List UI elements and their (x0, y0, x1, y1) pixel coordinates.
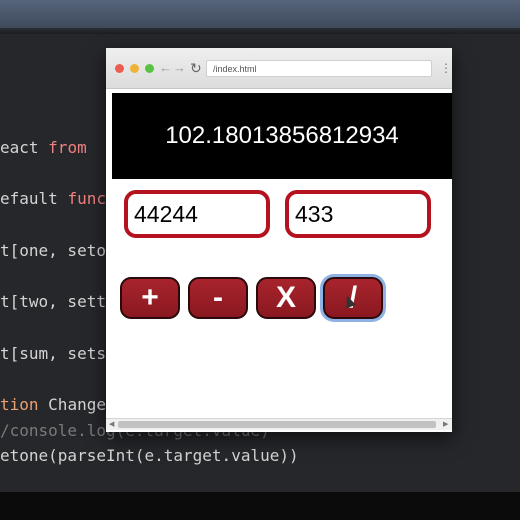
code-line-5: t[sum, sets (0, 344, 106, 363)
kebab-menu-icon[interactable]: ⋮ (440, 60, 452, 76)
top-strip (0, 0, 520, 28)
maximize-window-icon[interactable] (145, 64, 154, 73)
arrow-left-icon[interactable]: ← (159, 60, 172, 76)
close-window-icon[interactable] (115, 64, 124, 73)
code-line-2: efault func (0, 189, 106, 208)
horizontal-scrollbar[interactable]: ◀ ▶ (106, 418, 452, 430)
reload-icon[interactable]: ↻ (190, 60, 202, 76)
scroll-right-icon[interactable]: ▶ (443, 419, 448, 430)
bottom-bar (0, 492, 520, 520)
code-line-3: t[one, seto (0, 241, 106, 260)
scrollbar-thumb[interactable] (118, 421, 436, 428)
arrow-right-icon[interactable]: → (173, 60, 186, 76)
minimize-window-icon[interactable] (130, 64, 139, 73)
code-line-6: tion Change (0, 395, 106, 414)
browser-window: ← → ↻ /index.html ⋮ 102.18013856812934 +… (106, 48, 452, 432)
code-line-4: t[two, sett (0, 292, 106, 311)
result-display: 102.18013856812934 (112, 93, 452, 179)
first-number-input[interactable] (124, 190, 270, 238)
code-line-1: eact from (0, 138, 87, 157)
second-number-input[interactable] (285, 190, 431, 238)
scroll-left-icon[interactable]: ◀ (109, 419, 114, 430)
subtract-button[interactable]: - (188, 277, 248, 319)
browser-toolbar: ← → ↻ /index.html ⋮ (106, 48, 452, 89)
multiply-button[interactable]: X (256, 277, 316, 319)
address-bar[interactable]: /index.html (206, 60, 432, 77)
code-line-8: etone(parseInt(e.target.value)) (0, 446, 299, 465)
add-button[interactable]: + (120, 277, 180, 319)
